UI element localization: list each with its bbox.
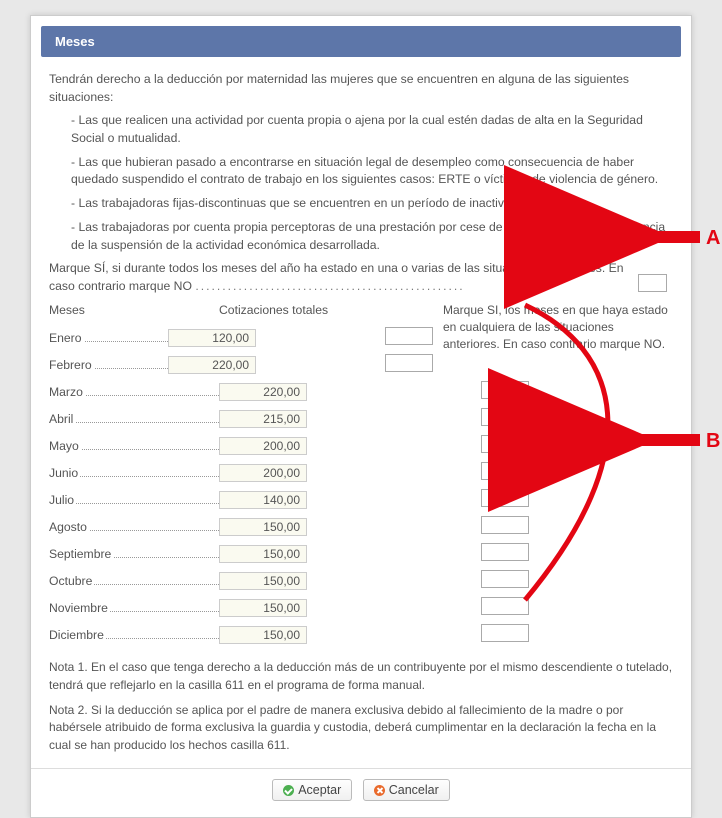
cotizacion-input[interactable] <box>219 437 307 455</box>
si-input-month[interactable] <box>385 327 433 345</box>
accept-button[interactable]: Aceptar <box>272 779 352 801</box>
annotation-label-b: B <box>706 430 720 452</box>
marque-si-month-text: Marque SI, los meses en que haya estado … <box>443 302 673 354</box>
cotizacion-input[interactable] <box>219 410 307 428</box>
dialog-title: Meses <box>41 26 681 57</box>
month-name: Junio <box>49 466 80 480</box>
si-input-month[interactable] <box>481 408 529 426</box>
check-icon <box>283 785 294 796</box>
si-input-month[interactable] <box>481 435 529 453</box>
nota-2: Nota 2. Si la deducción se aplica por el… <box>49 702 673 754</box>
month-name: Octubre <box>49 574 94 588</box>
dialog: Meses Tendrán derecho a la deducción por… <box>30 15 692 818</box>
table-row: Marzo <box>49 379 673 406</box>
cotizacion-input[interactable] <box>219 491 307 509</box>
cotizacion-input[interactable] <box>219 518 307 536</box>
month-name: Diciembre <box>49 628 106 642</box>
si-input-month[interactable] <box>481 570 529 588</box>
cancel-button[interactable]: Cancelar <box>363 779 450 801</box>
cotizacion-input[interactable] <box>219 599 307 617</box>
col-header-meses: Meses <box>49 302 219 320</box>
table-row: Noviembre <box>49 595 673 622</box>
bullets: Las que realicen una actividad por cuent… <box>71 112 673 254</box>
cancel-button-label: Cancelar <box>389 783 439 797</box>
si-input-month[interactable] <box>481 543 529 561</box>
table-row: Abril <box>49 406 673 433</box>
si-input-month[interactable] <box>481 624 529 642</box>
month-name: Enero <box>49 331 84 345</box>
month-name: Marzo <box>49 385 85 399</box>
month-name: Mayo <box>49 439 81 453</box>
table-row: Octubre <box>49 568 673 595</box>
table-row: Junio <box>49 460 673 487</box>
month-name: Septiembre <box>49 547 113 561</box>
month-name: Agosto <box>49 520 89 534</box>
annotation-label-a: A <box>706 227 720 249</box>
bullet-2: Las que hubieran pasado a encontrarse en… <box>71 154 673 189</box>
marque-si-all-row: Marque SÍ, si durante todos los meses de… <box>49 260 673 295</box>
month-name: Febrero <box>49 358 94 372</box>
month-name: Abril <box>49 412 75 426</box>
marque-si-all-input[interactable] <box>638 274 667 292</box>
col-header-cotizaciones: Cotizaciones totales <box>219 302 369 320</box>
si-input-month[interactable] <box>481 489 529 507</box>
accept-button-label: Aceptar <box>298 783 341 797</box>
cotizacion-input[interactable] <box>219 383 307 401</box>
si-input-month[interactable] <box>481 597 529 615</box>
table-row: Julio <box>49 487 673 514</box>
cotizacion-input[interactable] <box>219 545 307 563</box>
table-row: Septiembre <box>49 541 673 568</box>
cotizacion-input[interactable] <box>219 464 307 482</box>
month-name: Julio <box>49 493 76 507</box>
cotizacion-input[interactable] <box>168 329 256 347</box>
month-name: Noviembre <box>49 601 110 615</box>
nota-1: Nota 1. En el caso que tenga derecho a l… <box>49 659 673 694</box>
cancel-icon <box>374 785 385 796</box>
table-row: Agosto <box>49 514 673 541</box>
table-row: Febrero <box>49 352 433 379</box>
table-row: Enero <box>49 325 433 352</box>
bullet-3: Las trabajadoras fijas-discontinuas que … <box>71 195 673 213</box>
cotizacion-input[interactable] <box>219 572 307 590</box>
notes: Nota 1. En el caso que tenga derecho a l… <box>49 659 673 754</box>
table-row: Mayo <box>49 433 673 460</box>
cotizacion-input[interactable] <box>168 356 256 374</box>
dialog-body: Tendrán derecho a la deducción por mater… <box>31 57 691 768</box>
bullet-4: Las trabajadoras por cuenta propia perce… <box>71 219 673 254</box>
intro-text: Tendrán derecho a la deducción por mater… <box>49 71 673 106</box>
bullet-1: Las que realicen una actividad por cuent… <box>71 112 673 147</box>
si-input-month[interactable] <box>385 354 433 372</box>
cotizacion-input[interactable] <box>219 626 307 644</box>
dialog-footer: Aceptar Cancelar <box>31 768 691 817</box>
si-input-month[interactable] <box>481 462 529 480</box>
dots-trail: ........................................… <box>195 279 464 293</box>
si-input-month[interactable] <box>481 516 529 534</box>
si-input-month[interactable] <box>481 381 529 399</box>
table-row: Diciembre <box>49 622 673 649</box>
